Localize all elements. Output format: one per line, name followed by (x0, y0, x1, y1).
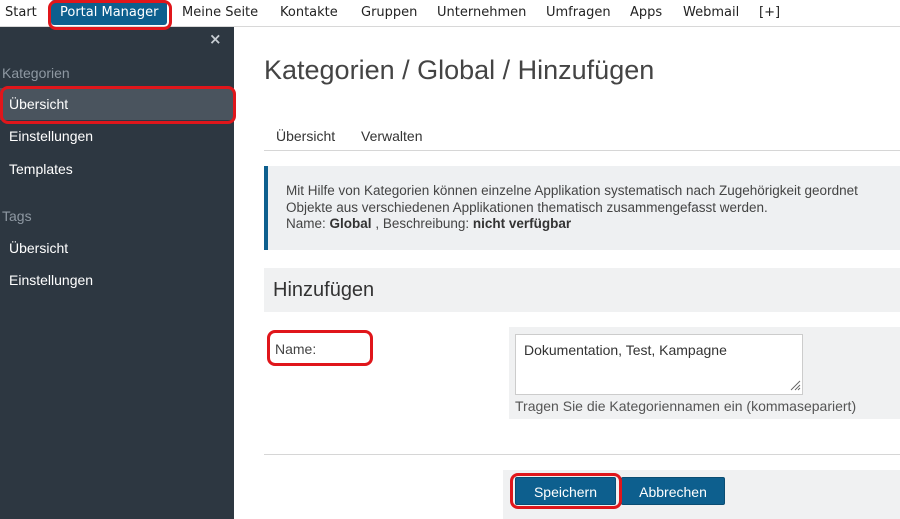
info-desc-label: , Beschreibung: (375, 216, 470, 231)
name-field-cell: Dokumentation, Test, Kampagne Tragen Sie… (509, 327, 900, 419)
nav-kontakte[interactable]: Kontakte (280, 0, 338, 26)
info-desc-value: nicht verfügbar (472, 216, 572, 231)
name-textarea[interactable]: Dokumentation, Test, Kampagne (515, 334, 803, 395)
name-field-help: Tragen Sie die Kategoriennamen ein (komm… (515, 398, 857, 414)
info-text-line1: Mit Hilfe von Kategorien können einzelne… (286, 183, 858, 198)
sidebar-section-tags: Tags (2, 208, 32, 224)
sidebar-item-kategorien-templates[interactable]: Templates (0, 153, 234, 185)
sidebar-item-tags-einstellungen[interactable]: Einstellungen (0, 264, 234, 296)
tab-bar: Übersicht Verwalten (264, 120, 900, 151)
cancel-button[interactable]: Abbrechen (621, 477, 725, 505)
nav-webmail[interactable]: Webmail (683, 0, 739, 26)
nav-meine-seite[interactable]: Meine Seite (182, 0, 258, 26)
nav-unternehmen[interactable]: Unternehmen (437, 0, 526, 26)
info-name-label: Name: (286, 216, 326, 231)
sidebar-section-kategorien: Kategorien (2, 65, 70, 81)
info-name-value: Global (329, 216, 372, 231)
tab-verwalten[interactable]: Verwalten (361, 128, 422, 144)
highlight-sidebar-uebersicht (0, 86, 236, 124)
resize-grip-icon[interactable] (789, 379, 801, 391)
nav-umfragen[interactable]: Umfragen (546, 0, 611, 26)
nav-gruppen[interactable]: Gruppen (361, 0, 417, 26)
sidebar-item-kategorien-einstellungen[interactable]: Einstellungen (0, 120, 234, 152)
close-icon[interactable]: × (209, 30, 222, 48)
form-divider (264, 454, 900, 455)
info-text-line2: Objekte aus verschiedenen Applikationen … (286, 199, 768, 215)
highlight-save-button (510, 473, 622, 509)
sidebar-item-tags-uebersicht[interactable]: Übersicht (0, 232, 234, 264)
info-meta: Name: Global , Beschreibung: nicht verfü… (286, 216, 900, 233)
info-box: Mit Hilfe von Kategorien können einzelne… (264, 166, 900, 250)
form-section-header: Hinzufügen (264, 268, 900, 312)
nav-apps[interactable]: Apps (630, 0, 662, 26)
nav-start[interactable]: Start (5, 0, 37, 26)
highlight-portal-manager (48, 0, 172, 30)
form-section-title: Hinzufügen (273, 279, 375, 301)
tab-uebersicht[interactable]: Übersicht (276, 128, 335, 144)
nav-add-more[interactable]: [+] (759, 0, 780, 26)
page-title: Kategorien / Global / Hinzufügen (264, 55, 655, 85)
highlight-name-label (267, 330, 373, 366)
